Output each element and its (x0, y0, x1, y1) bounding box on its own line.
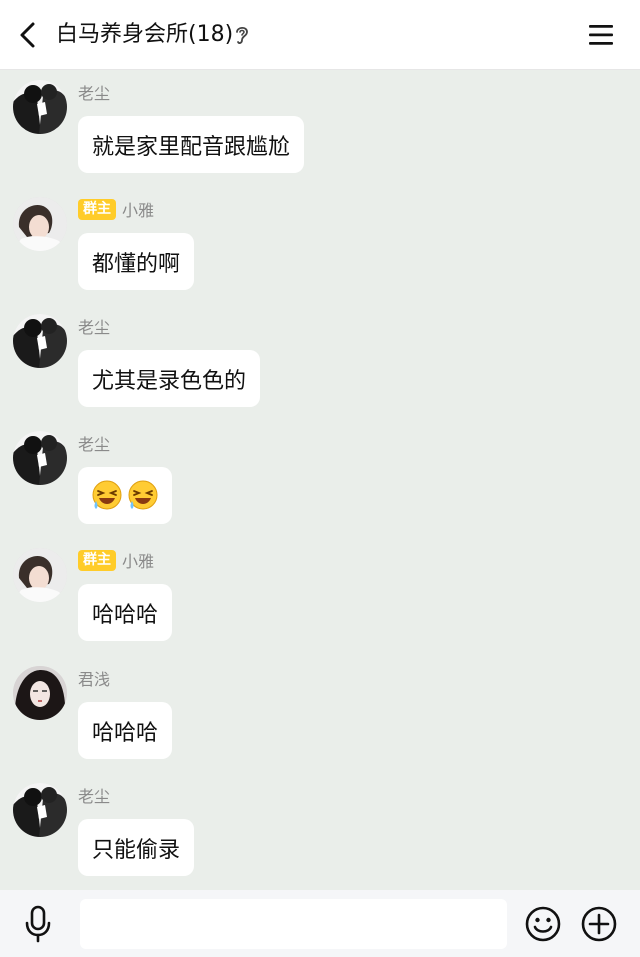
sender-name[interactable]: 小雅 (122, 197, 154, 221)
avatar-laochen[interactable] (13, 431, 67, 485)
laugh-cry-emoji-icon (128, 480, 158, 509)
plus-circle-icon[interactable] (580, 905, 618, 943)
message-bubble[interactable]: 哈哈哈 (78, 584, 173, 641)
message-bubble[interactable] (78, 467, 172, 524)
hamburger-menu-icon[interactable] (586, 20, 616, 50)
sender-line: 老尘 (78, 784, 110, 806)
sender-name[interactable]: 老尘 (78, 431, 110, 455)
laugh-cry-emoji-icon (92, 480, 122, 509)
sender-name[interactable]: 老尘 (78, 80, 110, 104)
group-owner-badge: 群主 (78, 198, 116, 220)
message-list[interactable]: 老尘 就是家里配音跟尴尬 群主 小雅 都懂的啊 老尘 尤其是录色色的 老尘 群主… (0, 70, 640, 890)
microphone-icon[interactable] (22, 905, 54, 943)
avatar-xiaoya[interactable] (13, 197, 67, 251)
avatar-xiaoya[interactable] (13, 548, 67, 602)
ear-icon[interactable] (233, 24, 251, 46)
message-bubble[interactable]: 只能偷录 (78, 819, 195, 876)
message-bubble[interactable]: 都懂的啊 (78, 233, 195, 290)
group-owner-badge: 群主 (78, 549, 116, 571)
sender-line: 群主 小雅 (78, 198, 154, 220)
chat-header: 白马养身会所(18) (0, 0, 640, 70)
sender-name[interactable]: 老尘 (78, 314, 110, 338)
avatar-laochen[interactable] (13, 80, 67, 134)
message-bubble[interactable]: 哈哈哈 (78, 702, 173, 759)
sender-line: 老尘 (78, 81, 110, 103)
avatar-laochen[interactable] (13, 314, 67, 368)
smiley-icon[interactable] (524, 905, 562, 943)
sender-name[interactable]: 小雅 (122, 548, 154, 572)
sender-name[interactable]: 老尘 (78, 783, 110, 807)
avatar-junqian[interactable] (13, 666, 67, 720)
message-input[interactable] (80, 899, 507, 949)
message-bubble[interactable]: 就是家里配音跟尴尬 (78, 116, 305, 173)
sender-name[interactable]: 君浅 (78, 666, 110, 690)
message-bubble[interactable]: 尤其是录色色的 (78, 350, 261, 407)
sender-line: 老尘 (78, 432, 110, 454)
sender-line: 君浅 (78, 667, 110, 689)
avatar-laochen[interactable] (13, 783, 67, 837)
sender-line: 群主 小雅 (78, 549, 154, 571)
back-icon[interactable] (14, 20, 44, 50)
sender-line: 老尘 (78, 315, 110, 337)
chat-title: 白马养身会所(18) (56, 22, 234, 47)
